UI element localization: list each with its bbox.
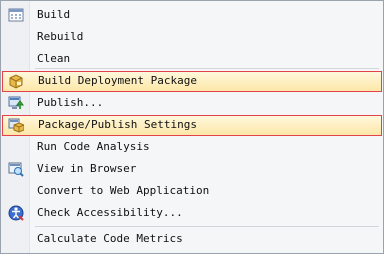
menu-item-label: Calculate Code Metrics [37,232,183,245]
menu-item-label: Build Deployment Package [38,74,197,87]
menu-item-run-code-analysis[interactable]: Run Code Analysis [2,137,382,157]
build-icon [8,7,24,23]
menu-item-label: View in Browser [37,162,137,175]
menu-item-label: Check Accessibility... [37,206,183,219]
accessibility-icon [8,205,24,221]
settings-icon [8,117,25,133]
publish-icon [8,95,24,111]
menu-separator [35,68,379,69]
menu-item-label: Publish... [37,96,104,109]
menu-item-label: Build [37,8,71,21]
menu-item-label: Convert to Web Application [37,184,210,197]
browser-icon [8,161,24,177]
menu-item-label: Run Code Analysis [37,140,150,153]
menu-item-check-accessibility[interactable]: Check Accessibility... [2,203,382,223]
menu-item-rebuild[interactable]: Rebuild [2,27,382,47]
menu-item-build[interactable]: Build [2,5,382,25]
menu-item-label: Rebuild [37,30,84,43]
menu-item-label: Package/Publish Settings [38,118,197,131]
menu-item-convert-to-web-application[interactable]: Convert to Web Application [2,181,382,201]
menu-item-package-publish-settings[interactable]: Package/Publish Settings [2,115,382,136]
menu-item-calculate-code-metrics[interactable]: Calculate Code Metrics [2,229,382,249]
package-icon [8,73,24,89]
menu-item-view-in-browser[interactable]: View in Browser [2,159,382,179]
context-menu: Build Rebuild Clean Build Deployment Pac… [0,0,384,254]
menu-separator [35,226,379,227]
menu-item-label: Clean [37,52,71,65]
menu-item-build-deployment-package[interactable]: Build Deployment Package [2,71,382,92]
menu-item-publish[interactable]: Publish... [2,93,382,113]
menu-item-clean[interactable]: Clean [2,49,382,69]
